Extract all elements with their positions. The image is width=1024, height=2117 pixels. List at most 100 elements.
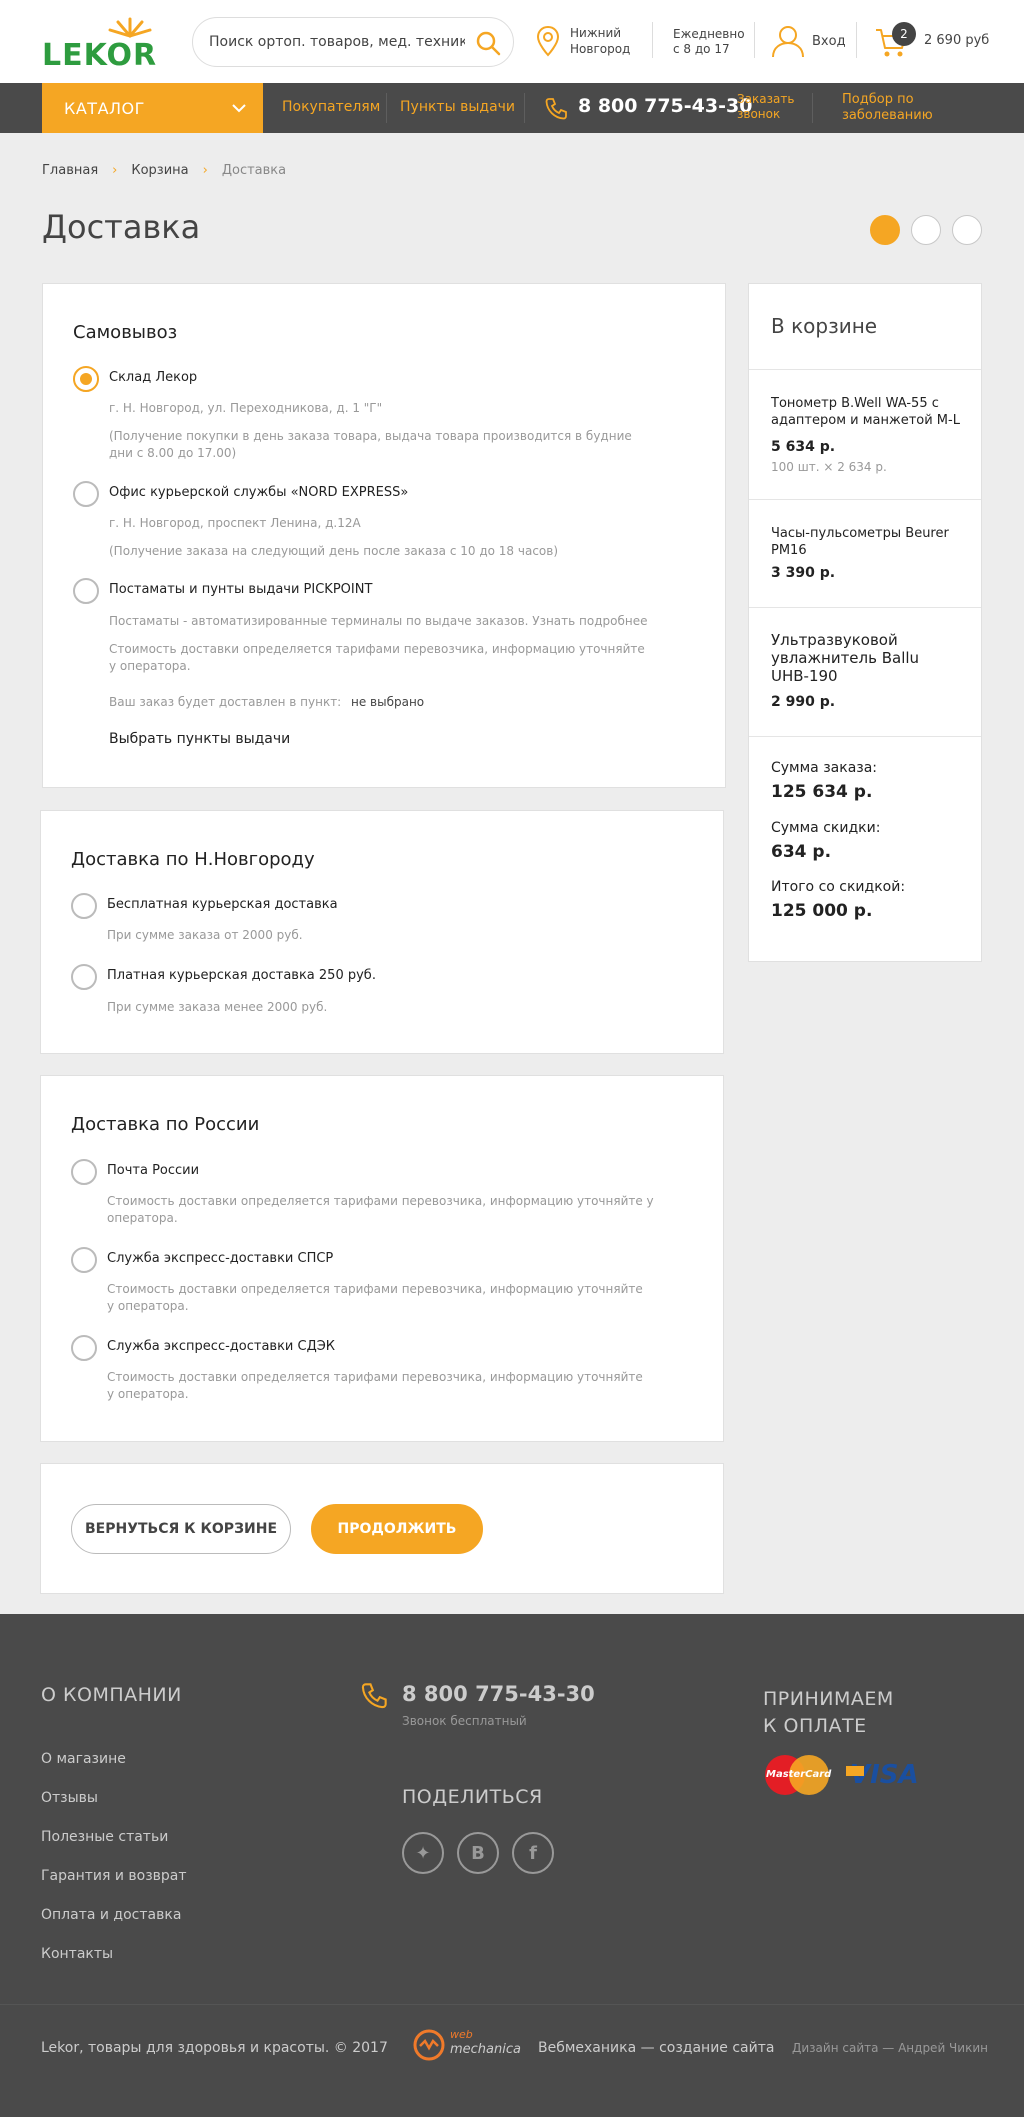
discount-value: 634 р. [771, 842, 832, 862]
step-indicator-1 [870, 215, 900, 245]
choose-pickup-points-link[interactable]: Выбрать пункты выдачи [109, 731, 290, 747]
nav-phone-number[interactable]: 8 800 775-43-30 [578, 95, 752, 117]
footer-link-articles[interactable]: Полезные статьи [41, 1829, 168, 1845]
footer-payment-title: ПРИНИМАЕМ К ОПЛАТЕ [763, 1686, 894, 1740]
footer-copyright: Lekor, товары для здоровья и красоты. © … [41, 2040, 388, 2056]
item-name-line-2: адаптером и манжетой M-L [771, 413, 960, 428]
radio-button[interactable] [71, 1159, 97, 1185]
footer-phone-note: Звонок бесплатный [402, 1714, 527, 1728]
footer-link-contacts[interactable]: Контакты [41, 1946, 113, 1962]
option-note: Стоимость доставки определяется тарифами… [107, 1193, 654, 1227]
option-label: Служба экспресс-доставки СПСР [107, 1251, 334, 1266]
search-input[interactable] [209, 30, 465, 54]
user-icon [772, 26, 804, 58]
option-note: Стоимость доставки определяется тарифами… [107, 1369, 643, 1403]
webmechanica-icon [413, 2029, 445, 2061]
hours-line-1: Ежедневно [673, 27, 745, 41]
radio-button[interactable] [73, 578, 99, 604]
option-label: Офис курьерской службы «NORD EXPRESS» [109, 485, 409, 500]
option-note: При сумме заказа от 2000 руб. [107, 928, 303, 942]
radio-button-checked[interactable] [73, 366, 99, 392]
mastercard-label: MasterCard [766, 1769, 832, 1780]
step-indicator-3 [952, 215, 982, 245]
pick-by-disease-link[interactable]: Подбор по заболеванию [842, 92, 933, 124]
option-label: Склад Лекор [109, 370, 198, 385]
facebook-icon[interactable]: f [512, 1832, 554, 1874]
step-indicator-2 [911, 215, 941, 245]
divider [749, 736, 981, 737]
footer-link-warranty[interactable]: Гарантия и возврат [41, 1868, 187, 1884]
search-icon[interactable] [475, 30, 501, 56]
hours-line-2: с 8 до 17 [673, 42, 730, 56]
item-name-line-2: увлажнитель Ballu [771, 649, 920, 667]
header-divider [754, 22, 755, 58]
breadcrumb-cart[interactable]: Корзина [131, 163, 188, 178]
cart-widget[interactable]: 2 2 690 руб [874, 22, 994, 62]
breadcrumb-home[interactable]: Главная [42, 163, 98, 178]
order-sum-value: 125 634 р. [771, 782, 873, 802]
divider [749, 607, 981, 608]
cart-item-name[interactable]: Тонометр B.Well WA-55 с адаптером и манж… [771, 395, 961, 429]
total-value: 125 000 р. [771, 901, 873, 921]
nav-divider [524, 93, 525, 123]
cart-count-badge: 2 [892, 22, 916, 46]
footer-link-payment[interactable]: Оплата и доставка [41, 1907, 181, 1923]
nav-divider [812, 93, 813, 123]
logo-text: LEKOR [42, 38, 158, 73]
option-label: Бесплатная курьерская доставка [107, 897, 338, 912]
chevron-down-icon [232, 104, 246, 113]
webmechanica-link[interactable]: Вебмеханика — создание сайта [538, 2040, 774, 2056]
radio-button[interactable] [71, 964, 97, 990]
page-title: Доставка [42, 208, 201, 246]
radio-button[interactable] [71, 893, 97, 919]
option-note: (Получение заказа на следующий день посл… [109, 544, 559, 558]
request-call-link[interactable]: Заказать звонок [737, 92, 794, 122]
item-name-line-1: Часы-пульсометры Beurer [771, 526, 949, 541]
breadcrumb-separator: › [112, 163, 118, 178]
footer-company-title: О КОМПАНИИ [41, 1684, 182, 1706]
search-box [192, 17, 514, 67]
city-name: Нижний Новгород [570, 25, 630, 57]
pickup-card: Самовывоз Склад Лекор г. Н. Новгород, ул… [42, 283, 726, 788]
logo[interactable]: LEKOR [42, 14, 166, 73]
catalog-button[interactable]: КАТАЛОГ [42, 83, 263, 133]
back-to-cart-button[interactable]: ВЕРНУТЬСЯ К КОРЗИНЕ [71, 1504, 291, 1554]
designer-credit[interactable]: Дизайн сайта — Андрей Чикин [792, 2041, 988, 2055]
option-note-line-2: оператора. [107, 1211, 178, 1225]
cart-item-name[interactable]: Часы-пульсометры Beurer PM16 [771, 525, 961, 559]
option-note: Стоимость доставки определяется тарифами… [107, 1281, 643, 1315]
continue-button[interactable]: ПРОДОЛЖИТЬ [311, 1504, 483, 1554]
breadcrumb-separator: › [202, 163, 208, 178]
cart-item-price: 2 990 р. [771, 694, 836, 710]
login-label: Вход [812, 34, 846, 49]
payment-title-line-2: К ОПЛАТЕ [763, 1715, 867, 1737]
twitter-icon[interactable]: ✦ [402, 1832, 444, 1874]
cart-item-name[interactable]: Ультразвуковой увлажнитель Ballu UHB-190 [771, 631, 961, 685]
option-note: При сумме заказа менее 2000 руб. [107, 1000, 328, 1014]
city-selector[interactable]: Нижний Новгород [536, 22, 646, 62]
city-line-2: Новгород [570, 42, 631, 56]
footer-link-about[interactable]: О магазине [41, 1751, 126, 1767]
footer-share-title: ПОДЕЛИТЬСЯ [402, 1786, 543, 1808]
catalog-label: КАТАЛОГ [64, 99, 145, 118]
header: LEKOR Нижний Новгород Ежедневно с 8 до 1… [0, 0, 1024, 83]
webmechanica-logo-line-2: mechanica [450, 2042, 521, 2057]
option-note-line-2: у оператора. [107, 1387, 189, 1401]
request-call-line-2: звонок [737, 107, 781, 121]
city-delivery-card: Доставка по Н.Новгороду Бесплатная курье… [40, 810, 724, 1054]
cart-summary: В корзине Тонометр B.Well WA-55 с адапте… [748, 283, 982, 962]
footer-link-reviews[interactable]: Отзывы [41, 1790, 98, 1806]
nav-buyers-link[interactable]: Покупателям [282, 99, 380, 115]
vk-icon[interactable]: В [457, 1832, 499, 1874]
pickup-title: Самовывоз [73, 322, 178, 343]
radio-button[interactable] [71, 1247, 97, 1273]
page: LEKOR Нижний Новгород Ежедневно с 8 до 1… [0, 0, 1024, 2117]
breadcrumb: Главная › Корзина › Доставка [42, 163, 286, 178]
footer-phone-number[interactable]: 8 800 775-43-30 [402, 1682, 595, 1706]
radio-button[interactable] [73, 481, 99, 507]
pick-line-1: Подбор по [842, 92, 914, 107]
radio-button[interactable] [71, 1335, 97, 1361]
nav-pickup-points-link[interactable]: Пункты выдачи [400, 99, 515, 115]
phone-icon [361, 1683, 387, 1709]
item-name-line-1: Ультразвуковой [771, 631, 898, 649]
